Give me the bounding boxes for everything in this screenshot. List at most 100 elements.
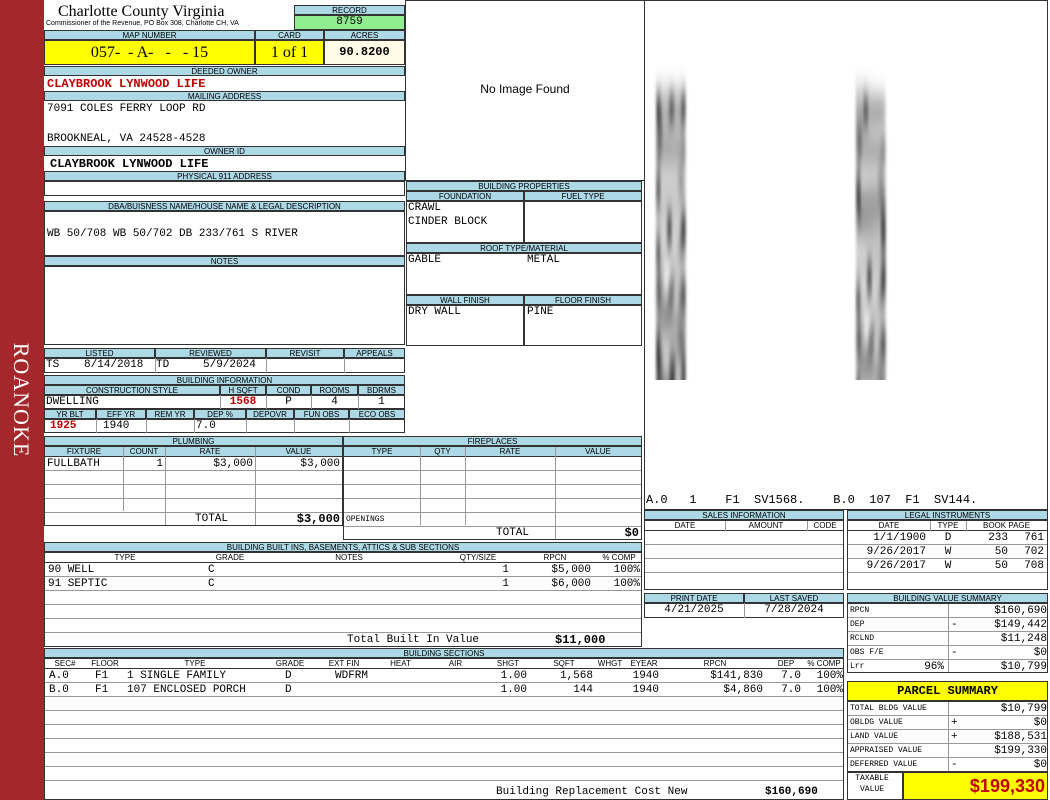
parcel-summary-header: PARCEL SUMMARY: [847, 681, 1048, 701]
foundation-header: FOUNDATION: [406, 191, 524, 201]
notes-header: NOTES: [44, 256, 405, 266]
physical-address-box: [44, 181, 405, 196]
sections-col-eyear: EYEAR: [630, 659, 658, 668]
roof-type: GABLE: [408, 254, 442, 266]
legal-page: 702: [1024, 546, 1044, 558]
legal-description-value: WB 50/708 WB 50/702 DB 233/761 S RIVER: [47, 228, 298, 240]
plumbing-total-label: TOTAL: [195, 513, 229, 525]
parcel-value: $10,799: [1000, 703, 1047, 715]
table-row: 90 WELL C 1 $5,000 100%: [45, 563, 641, 577]
parcel-sign: +: [951, 731, 958, 743]
legal-col-date: DATE: [878, 521, 900, 530]
sections-col-sec: SEC#: [54, 659, 76, 668]
built-in-total-label: Total Built In Value: [347, 634, 480, 646]
map-number-header: MAP NUMBER: [44, 30, 255, 40]
mailing-line1: 7091 COLES FERRY LOOP RD: [47, 103, 206, 115]
sections-col-air: AIR: [448, 659, 463, 668]
section-type: 1 SINGLE FAMILY: [127, 670, 227, 682]
mailing-line2: BROOKNEAL, VA 24528-4528: [47, 133, 206, 145]
record-header: RECORD: [294, 5, 405, 15]
effyr-value: 1940: [103, 420, 130, 432]
built-in-total: $11,000: [555, 633, 606, 647]
legal-col-type: TYPE: [937, 521, 959, 530]
section-shgt: 1.00: [500, 670, 527, 682]
summary-label: DEP: [850, 620, 865, 629]
openings-label: OPENINGS: [346, 515, 385, 524]
foundation-line-1: CRAWL: [408, 202, 442, 214]
owner-id-header: OWNER ID: [44, 146, 405, 156]
section-grade: D: [285, 684, 292, 696]
listed-by: TS: [46, 359, 60, 371]
summary-value: $149,442: [994, 619, 1047, 631]
hsqft-value: 1568: [229, 396, 257, 408]
sections-col-comp: % COMP: [807, 659, 841, 668]
funobs-header: FUN OBS: [294, 409, 349, 419]
legal-date: 1/1/1900: [873, 532, 926, 544]
fireplaces-table: TYPE QTY RATE VALUE OPENINGS TOTAL $0: [343, 446, 642, 540]
legal-date: 9/26/2017: [866, 546, 926, 558]
sketch-footer: A.0 1 F1 SV1568. B.0 107 F1 SV144.: [646, 493, 978, 507]
parcel-value: $0: [1033, 759, 1047, 771]
builtin-rpcn: $5,000: [551, 564, 591, 576]
parcel-sign: [951, 702, 963, 716]
sketch-drawing: B.0 1 F1 SV1568. A.0 107 F1 SV144.: [646, 95, 895, 380]
summary-sign: [951, 604, 963, 618]
plumbing-fixture: FULLBATH: [47, 458, 100, 470]
acres-value: 90.8200: [324, 40, 405, 65]
parcel-sign: [951, 744, 963, 758]
rooms-value: 4: [331, 396, 338, 408]
fuel-box: [524, 201, 642, 243]
hsqft-header: H SQFT: [220, 385, 266, 395]
print-date-header: PRINT DATE: [644, 593, 744, 603]
table-row: 9/26/2017 W 50 702: [848, 545, 1047, 559]
builtin-grade: C: [208, 564, 215, 576]
notes-box: [44, 266, 405, 345]
floor-finish-header: FLOOR FINISH: [524, 295, 642, 305]
effyr-header: EFF YR: [96, 409, 146, 419]
deeded-owner-header: DEEDED OWNER: [44, 66, 405, 76]
foundation-line-2: CINDER BLOCK: [408, 216, 488, 228]
sections-col-rpcn: RPCN: [703, 659, 727, 668]
section-sec: B.0: [49, 684, 69, 696]
legal-instruments-header: LEGAL INSTRUMENTS: [847, 510, 1048, 520]
wall-finish-value: DRY WALL: [408, 306, 461, 318]
built-ins-table: TYPE GRADE NOTES QTY/SIZE RPCN % COMP 90…: [44, 552, 642, 647]
building-sections-header: BUILDING SECTIONS: [44, 648, 844, 658]
summary-sign: -: [951, 619, 958, 631]
plumbing-value: $3,000: [300, 458, 340, 470]
parcel-label: APPRAISED VALUE: [850, 746, 923, 755]
remyr-header: REM YR: [146, 409, 194, 419]
county-title: Charlotte County Virginia: [58, 3, 225, 20]
depovr-header: DEPOVR: [246, 409, 294, 419]
yrblt-value: 1925: [50, 420, 77, 432]
print-date: 4/21/2025: [664, 604, 724, 616]
section-comp: 100%: [816, 684, 843, 696]
section-sqft: 144: [573, 684, 593, 696]
sections-col-type: TYPE: [184, 659, 206, 668]
reviewed-date: 5/9/2024: [203, 359, 256, 371]
appeals-header: APPEALS: [344, 348, 405, 358]
legal-description-header: DBA/BUISNESS NAME/HOUSE NAME & LEGAL DES…: [44, 201, 405, 211]
builtins-col-type: TYPE: [114, 553, 136, 562]
builtin-comp: 100%: [613, 578, 640, 590]
roof-material: METAL: [527, 254, 561, 266]
builtin-qty: 1: [502, 564, 509, 576]
last-saved-header: LAST SAVED: [744, 593, 844, 603]
section-grade: D: [285, 670, 292, 682]
fireplaces-total: $0: [624, 526, 639, 540]
value-summary-table: RPCN $160,690 DEP - $149,442 RCLND $11,2…: [847, 603, 1048, 673]
summary-value: $0: [1033, 647, 1047, 659]
summary-label: RCLND: [850, 634, 875, 643]
value-summary-header: BUILDING VALUE SUMMARY: [847, 593, 1048, 603]
section-comp: 100%: [816, 670, 843, 682]
plumbing-col-count: COUNT: [129, 447, 159, 456]
replacement-cost-label: Building Replacement Cost New: [496, 786, 688, 798]
section-dep: 7.0: [781, 670, 801, 682]
summary-label: Lrr: [850, 662, 865, 671]
card-value: 1 of 1: [255, 40, 324, 65]
section-sec: A.0: [49, 670, 69, 682]
plumbing-col-fixture: FIXTURE: [66, 447, 102, 456]
fireplaces-header: FIREPLACES: [343, 436, 642, 446]
summary-sign: [951, 632, 963, 646]
table-row: 9/26/2017 W 50 708: [848, 559, 1047, 573]
